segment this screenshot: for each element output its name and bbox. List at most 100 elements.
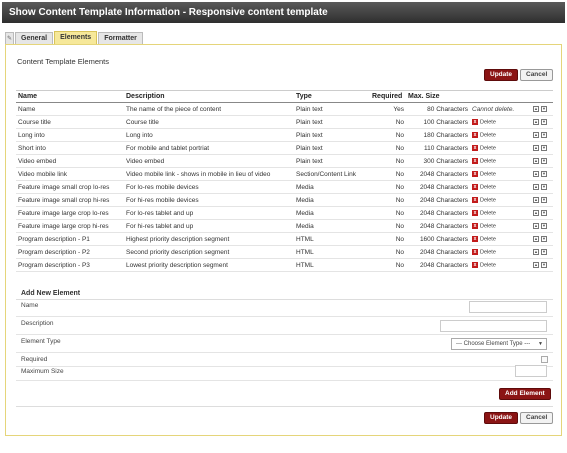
element-type: Plain text bbox=[294, 102, 370, 116]
delete-link[interactable]: x Delete bbox=[472, 196, 496, 204]
delete-label: Delete bbox=[480, 144, 496, 151]
element-description: Course title bbox=[124, 115, 294, 129]
add-new-title: Add New Element bbox=[21, 290, 81, 297]
delete-link[interactable]: x Delete bbox=[472, 118, 496, 126]
element-name: Feature image small crop hi-res bbox=[16, 193, 124, 207]
table-row: Feature image small crop lo-res For lo-re… bbox=[16, 180, 553, 194]
element-type: HTML bbox=[294, 258, 370, 272]
move-up-icon[interactable]: ▲ bbox=[533, 235, 539, 242]
delete-link[interactable]: x Delete bbox=[472, 261, 496, 269]
element-type: Plain text bbox=[294, 141, 370, 155]
update-button-top[interactable]: Update bbox=[484, 69, 519, 81]
move-down-icon[interactable]: ▼ bbox=[541, 196, 547, 203]
tab-formatter[interactable]: Formatter bbox=[98, 32, 143, 44]
element-description: For hi-res mobile devices bbox=[124, 193, 294, 207]
element-max-size: 2048 Characters bbox=[406, 167, 470, 181]
move-up-icon[interactable]: ▲ bbox=[533, 209, 539, 216]
template-icon[interactable]: ✎ bbox=[5, 32, 14, 44]
element-max-size: 2048 Characters bbox=[406, 206, 470, 220]
description-label: Description bbox=[21, 320, 54, 327]
element-description: For mobile and tablet portriat bbox=[124, 141, 294, 155]
col-maxsize-header: Max. Size bbox=[406, 90, 470, 103]
delete-link[interactable]: x Delete bbox=[472, 131, 496, 139]
delete-icon: x bbox=[472, 157, 478, 164]
move-up-icon[interactable]: ▲ bbox=[533, 196, 539, 203]
delete-link[interactable]: x Delete bbox=[472, 235, 496, 243]
element-max-size: 180 Characters bbox=[406, 128, 470, 142]
move-down-icon[interactable]: ▼ bbox=[541, 261, 547, 268]
element-type-select[interactable]: --- Choose Element Type --- ▼ bbox=[451, 338, 547, 350]
section-title: Content Template Elements bbox=[17, 57, 109, 66]
move-up-icon[interactable]: ▲ bbox=[533, 261, 539, 268]
required-checkbox[interactable] bbox=[541, 356, 548, 363]
delete-label: Delete bbox=[480, 157, 496, 164]
element-description: For lo-res tablet and up bbox=[124, 206, 294, 220]
move-up-icon[interactable]: ▲ bbox=[533, 105, 539, 112]
tab-general[interactable]: General bbox=[15, 32, 54, 44]
move-up-icon[interactable]: ▲ bbox=[533, 222, 539, 229]
element-required: No bbox=[370, 115, 406, 129]
move-down-icon[interactable]: ▼ bbox=[541, 131, 547, 138]
move-down-icon[interactable]: ▼ bbox=[541, 209, 547, 216]
move-up-icon[interactable]: ▲ bbox=[533, 131, 539, 138]
delete-icon: x bbox=[472, 144, 478, 151]
update-button-bottom[interactable]: Update bbox=[484, 412, 519, 424]
table-row: Program description - P2 Second priority … bbox=[16, 245, 553, 259]
element-required: No bbox=[370, 154, 406, 168]
col-action-header bbox=[470, 90, 529, 103]
move-down-icon[interactable]: ▼ bbox=[541, 144, 547, 151]
move-up-icon[interactable]: ▲ bbox=[533, 118, 539, 125]
table-row: Feature image large crop hi-res For hi-re… bbox=[16, 219, 553, 233]
element-required: No bbox=[370, 219, 406, 233]
table-header-row: Name Description Type Required Max. Size bbox=[16, 90, 553, 103]
col-move-header bbox=[529, 90, 553, 103]
description-input[interactable] bbox=[440, 320, 547, 332]
max-size-input[interactable] bbox=[515, 365, 547, 377]
name-input[interactable] bbox=[469, 301, 547, 313]
cancel-button-bottom[interactable]: Cancel bbox=[520, 412, 554, 424]
delete-link[interactable]: x Delete bbox=[472, 248, 496, 256]
max-size-row: Maximum Size bbox=[16, 365, 553, 381]
element-description: Lowest priority description segment bbox=[124, 258, 294, 272]
element-required: No bbox=[370, 141, 406, 155]
delete-link[interactable]: x Delete bbox=[472, 183, 496, 191]
element-type: Media bbox=[294, 193, 370, 207]
move-down-icon[interactable]: ▼ bbox=[541, 157, 547, 164]
tab-elements[interactable]: Elements bbox=[54, 31, 98, 44]
move-down-icon[interactable]: ▼ bbox=[541, 248, 547, 255]
table-row: Video embed Video embed Plain text No 300 Ch… bbox=[16, 154, 553, 168]
delete-label: Delete bbox=[480, 235, 496, 242]
move-down-icon[interactable]: ▼ bbox=[541, 118, 547, 125]
delete-link[interactable]: x Delete bbox=[472, 209, 496, 217]
element-max-size: 100 Characters bbox=[406, 115, 470, 129]
move-up-icon[interactable]: ▲ bbox=[533, 144, 539, 151]
move-up-icon[interactable]: ▲ bbox=[533, 170, 539, 177]
element-max-size: 2048 Characters bbox=[406, 258, 470, 272]
element-type: HTML bbox=[294, 232, 370, 246]
move-up-icon[interactable]: ▲ bbox=[533, 248, 539, 255]
move-down-icon[interactable]: ▼ bbox=[541, 183, 547, 190]
element-type: HTML bbox=[294, 245, 370, 259]
col-required-header: Required bbox=[370, 90, 406, 103]
move-down-icon[interactable]: ▼ bbox=[541, 170, 547, 177]
delete-link[interactable]: x Delete bbox=[472, 157, 496, 165]
delete-label: Delete bbox=[480, 183, 496, 190]
delete-link[interactable]: x Delete bbox=[472, 222, 496, 230]
move-down-icon[interactable]: ▼ bbox=[541, 105, 547, 112]
element-max-size: 1600 Characters bbox=[406, 232, 470, 246]
delete-icon: x bbox=[472, 183, 478, 190]
delete-link[interactable]: x Delete bbox=[472, 170, 496, 178]
move-up-icon[interactable]: ▲ bbox=[533, 157, 539, 164]
element-type: Media bbox=[294, 206, 370, 220]
move-up-icon[interactable]: ▲ bbox=[533, 183, 539, 190]
element-name: Video mobile link bbox=[16, 167, 124, 181]
add-element-button[interactable]: Add Element bbox=[499, 388, 551, 400]
delete-link[interactable]: x Delete bbox=[472, 144, 496, 152]
move-down-icon[interactable]: ▼ bbox=[541, 235, 547, 242]
cancel-button-top[interactable]: Cancel bbox=[520, 69, 554, 81]
table-row: Program description - P1 Highest priority… bbox=[16, 232, 553, 246]
element-description: Video mobile link - shows in mobile in l… bbox=[124, 167, 294, 181]
move-down-icon[interactable]: ▼ bbox=[541, 222, 547, 229]
table-row: Feature image small crop hi-res For hi-re… bbox=[16, 193, 553, 207]
delete-icon: x bbox=[472, 170, 478, 177]
